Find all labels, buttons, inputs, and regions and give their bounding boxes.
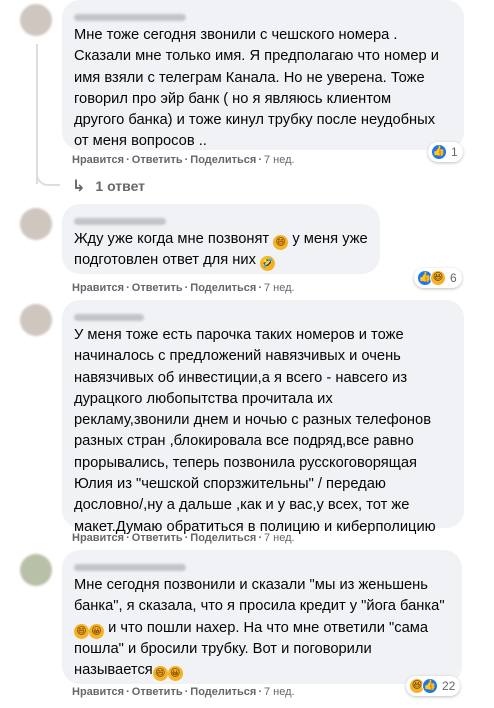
comment-time[interactable]: 7 нед. bbox=[264, 686, 295, 698]
replies-count-label: 1 ответ bbox=[95, 178, 146, 194]
author-name[interactable] bbox=[74, 564, 186, 571]
comment-time[interactable]: 7 нед. bbox=[264, 282, 295, 294]
comment-actions: Нравится · Ответить · Поделиться · 7 нед. bbox=[72, 532, 295, 544]
reactions-count: 6 bbox=[450, 271, 457, 285]
grinning-emoji-icon: 😄 bbox=[74, 623, 89, 639]
reply-thread-curve bbox=[36, 160, 60, 186]
comment-time[interactable]: 7 нед. bbox=[264, 532, 295, 544]
reactions-summary[interactable]: 👍 1 bbox=[428, 142, 463, 162]
reactions-summary[interactable]: 👍 😆 6 bbox=[414, 268, 462, 288]
reactions-summary[interactable]: 😆 👍 22 bbox=[406, 676, 461, 696]
comment-actions: Нравится · Ответить · Поделиться · 7 нед. bbox=[72, 686, 295, 698]
comment-actions: Нравится · Ответить · Поделиться · 7 нед. bbox=[72, 154, 295, 166]
view-replies-link[interactable]: ↳ 1 ответ bbox=[72, 176, 145, 196]
comment-text: Жду уже когда мне позвонят 😄 у меня уже … bbox=[74, 231, 368, 272]
comment-bubble: Станислава Загидуллина Мне тоже сегодня … bbox=[62, 0, 464, 150]
comment-time[interactable]: 7 нед. bbox=[264, 154, 295, 166]
reactions-count: 22 bbox=[442, 679, 456, 693]
like-action[interactable]: Нравится bbox=[72, 686, 124, 698]
comment-text: У меня тоже есть парочка таких номеров и… bbox=[74, 327, 436, 535]
author-name[interactable] bbox=[74, 218, 166, 225]
smile-emoji-icon: 😀 bbox=[89, 623, 104, 639]
smile-emoji-icon: 😀 bbox=[167, 666, 183, 682]
reply-action[interactable]: Ответить bbox=[132, 532, 183, 544]
reply-arrow-icon: ↳ bbox=[72, 178, 86, 195]
reactions-count: 1 bbox=[451, 145, 458, 159]
comment-actions: Нравится · Ответить · Поделиться · 7 нед. bbox=[72, 282, 295, 294]
share-action[interactable]: Поделиться bbox=[190, 154, 256, 166]
like-icon: 👍 bbox=[422, 678, 438, 694]
like-icon: 👍 bbox=[431, 144, 447, 160]
rofl-emoji-icon: 🤣 bbox=[260, 256, 276, 272]
author-name[interactable] bbox=[74, 314, 144, 321]
like-action[interactable]: Нравится bbox=[72, 532, 124, 544]
share-action[interactable]: Поделиться bbox=[190, 686, 256, 698]
reply-action[interactable]: Ответить bbox=[132, 686, 183, 698]
comment-text: Мне сегодня позвонили и сказали "мы из ж… bbox=[74, 577, 445, 682]
reply-action[interactable]: Ответить bbox=[132, 282, 183, 294]
avatar[interactable] bbox=[20, 554, 52, 586]
grinning-emoji-icon: 😄 bbox=[152, 666, 168, 682]
comment-bubble: Ольга Колобкова Жду уже когда мне позвон… bbox=[62, 204, 380, 274]
share-action[interactable]: Поделиться bbox=[190, 532, 256, 544]
like-action[interactable]: Нравится bbox=[72, 154, 124, 166]
haha-icon: 😆 bbox=[430, 270, 446, 286]
comment-bubble: Елена Крылова У меня тоже есть парочка т… bbox=[62, 300, 464, 535]
author-name[interactable] bbox=[74, 14, 186, 21]
share-action[interactable]: Поделиться bbox=[190, 282, 256, 294]
like-action[interactable]: Нравится bbox=[72, 282, 124, 294]
comment-text: Мне тоже сегодня звонили с чешского номе… bbox=[74, 27, 439, 150]
grinning-emoji-icon: 😄 bbox=[273, 235, 289, 250]
avatar[interactable] bbox=[20, 4, 52, 36]
avatar[interactable] bbox=[20, 208, 52, 240]
reply-action[interactable]: Ответить bbox=[132, 154, 183, 166]
avatar[interactable] bbox=[20, 304, 52, 336]
comment-bubble: Светлана Черепобой Мне сегодня позвонили… bbox=[62, 550, 462, 684]
